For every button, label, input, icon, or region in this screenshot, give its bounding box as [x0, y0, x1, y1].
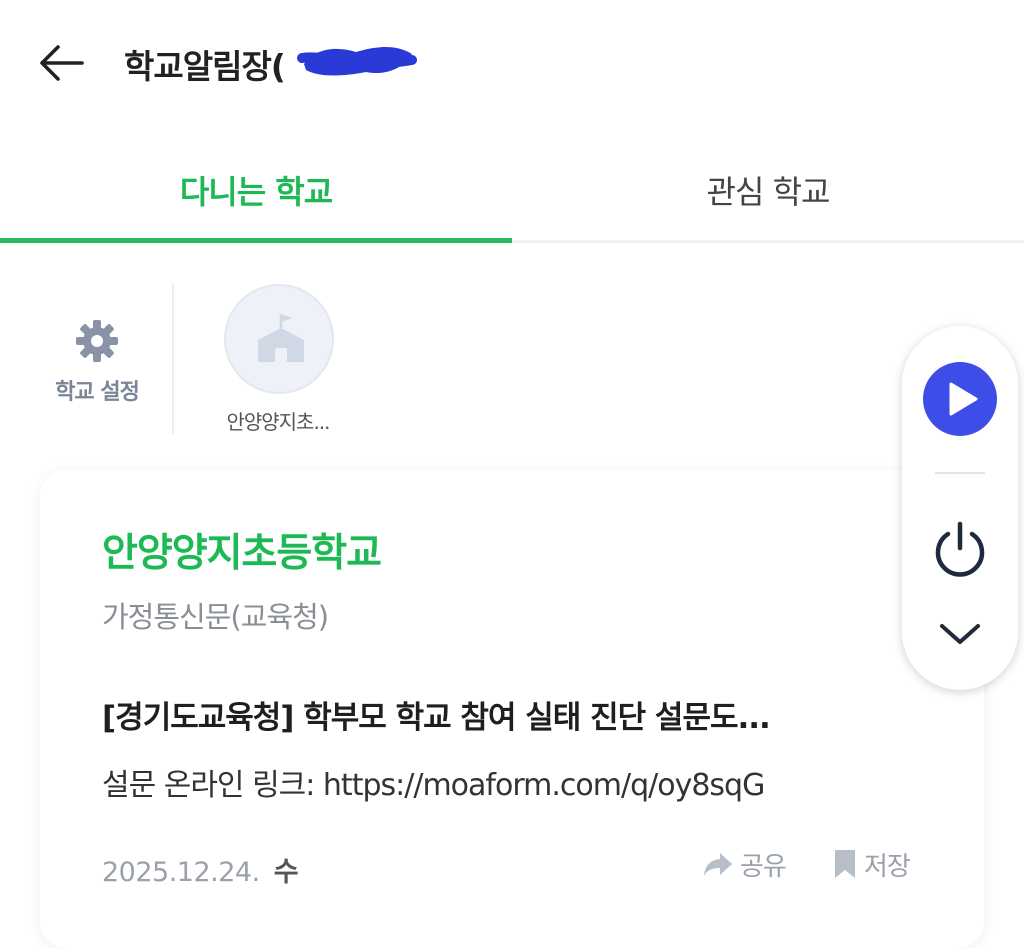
- bookmark-icon: [835, 850, 855, 878]
- floating-media-control: [902, 326, 1018, 690]
- notice-body: 설문 온라인 링크: https://moaform.com/q/oy8sqG: [102, 768, 765, 803]
- chevron-down-icon: [940, 624, 980, 644]
- save-label: 저장: [864, 851, 911, 882]
- school-chip[interactable]: 안양양지초...: [206, 284, 350, 434]
- power-button[interactable]: [928, 518, 992, 582]
- vertical-divider: [172, 284, 174, 434]
- play-button[interactable]: [923, 362, 997, 436]
- control-separator: [935, 472, 985, 474]
- school-icon: [258, 314, 304, 362]
- tab-bar: 다니는 학교 관심 학교: [0, 138, 1024, 244]
- share-icon: [704, 853, 732, 876]
- tab-attending-school[interactable]: 다니는 학교: [0, 138, 512, 242]
- school-avatar: [224, 284, 334, 394]
- notice-school-name: 안양양지초등학교: [102, 531, 382, 576]
- power-icon: [935, 521, 985, 577]
- collapse-button[interactable]: [936, 616, 984, 652]
- back-arrow-icon: [40, 45, 84, 81]
- share-label: 공유: [740, 851, 787, 882]
- notice-date: 2025.12.24.: [102, 857, 260, 888]
- active-tab-indicator: [0, 238, 512, 243]
- tab-divider: [512, 240, 1024, 243]
- gear-icon: [76, 320, 118, 362]
- share-button[interactable]: 공유: [702, 844, 787, 884]
- notice-category: 가정통신문(교육청): [102, 600, 329, 634]
- school-settings-button[interactable]: 학교 설정: [38, 310, 156, 410]
- notice-date-row: 2025.12.24. 수: [102, 850, 299, 889]
- school-chip-label: 안양양지초...: [226, 410, 330, 434]
- save-button[interactable]: 저장: [832, 844, 911, 884]
- school-settings-label: 학교 설정: [55, 380, 140, 405]
- page-title: 학교알림장(: [124, 47, 286, 86]
- tab-interest-school[interactable]: 관심 학교: [512, 138, 1024, 242]
- back-button[interactable]: [34, 38, 90, 88]
- notice-title: [경기도교육청] 학부모 학교 참여 실태 진단 설문도...: [102, 700, 771, 736]
- notice-card[interactable]: 안양양지초등학교 가정통신문(교육청) [경기도교육청] 학부모 학교 참여 실…: [40, 470, 984, 948]
- redaction-scribble: [297, 47, 417, 76]
- play-icon: [949, 382, 978, 416]
- app-header: 학교알림장(: [0, 0, 1024, 120]
- notice-day: 수: [273, 857, 299, 888]
